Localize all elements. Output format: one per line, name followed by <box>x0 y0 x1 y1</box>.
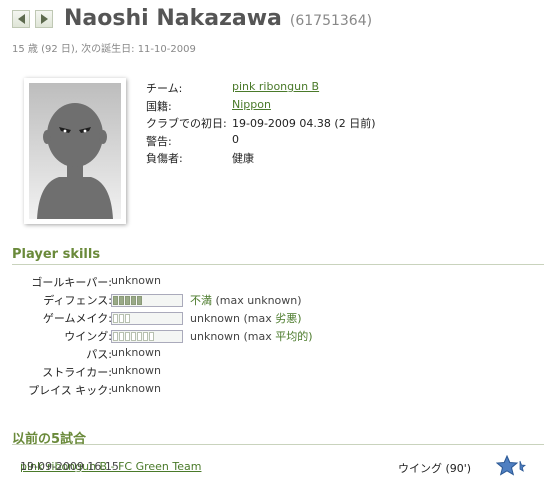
nationality-link[interactable]: Nippon <box>232 98 271 111</box>
skill-bar-cell <box>137 332 142 341</box>
skill-bar-cell <box>113 314 118 323</box>
player-id: (61751364) <box>289 13 373 29</box>
skill-level-word: 不満 <box>190 294 212 307</box>
info-row-injury: 負傷者: 健康 <box>146 150 446 168</box>
skills-table: ゴールキーパー: unknown ディフェンス: 不満 (max unknown… <box>12 274 532 400</box>
info-label: 負傷者: <box>146 152 183 165</box>
rating-star-icon <box>495 454 526 476</box>
arrow-left-icon <box>18 14 25 24</box>
skill-label: ディフェンス: <box>43 294 112 307</box>
max-prefix: (max <box>243 312 272 325</box>
divider <box>12 444 544 445</box>
skill-level-text: unknown (max 平均的) <box>190 328 313 344</box>
previous-player-button[interactable] <box>12 10 30 28</box>
match-date: 19-09-2009 16.15 <box>20 460 119 473</box>
skill-level-bar <box>111 330 183 343</box>
max-value: 劣悪) <box>275 312 302 325</box>
skill-bar-cell <box>143 332 148 341</box>
skill-row-passing: パス: unknown <box>12 346 532 364</box>
team-link[interactable]: pink ribongun B <box>232 80 319 93</box>
skill-bar-cell <box>131 296 136 305</box>
skill-level-bar <box>111 294 183 307</box>
skill-value: unknown <box>111 364 161 377</box>
skill-label: ストライカー: <box>42 366 112 379</box>
skill-row-defending: ディフェンス: 不満 (max unknown) <box>12 292 532 310</box>
info-label: クラブでの初日: <box>146 117 227 130</box>
player-name-heading: Naoshi Nakazawa (61751364) <box>64 6 372 31</box>
skill-bar-cell <box>119 296 124 305</box>
info-row-nationality: 国籍: Nippon <box>146 98 446 116</box>
skill-label: パス: <box>86 348 112 361</box>
next-player-button[interactable] <box>35 10 53 28</box>
player-silhouette-icon <box>29 83 121 219</box>
info-value: 健康 <box>232 152 254 165</box>
max-value: 平均的) <box>275 330 313 343</box>
divider <box>12 264 544 265</box>
max-prefix: (max <box>215 294 244 307</box>
info-row-team: チーム: pink ribongun B <box>146 80 446 98</box>
player-info-table: チーム: pink ribongun B 国籍: Nippon クラブでの初日:… <box>146 80 446 168</box>
skill-level-text: unknown (max 劣悪) <box>190 310 302 326</box>
skill-bar-cell <box>119 314 124 323</box>
info-label: 警告: <box>146 134 172 148</box>
skill-value: unknown <box>111 382 161 395</box>
max-prefix: (max <box>243 330 272 343</box>
skill-bar-cell <box>131 332 136 341</box>
skill-bar-cell <box>113 296 118 305</box>
skill-label: ゴールキーパー: <box>31 276 112 289</box>
match-row: 19-09-2009 16.15 pink ribongun B - FC Gr… <box>20 454 540 476</box>
info-row-cards: 警告: 0 <box>146 133 446 151</box>
skill-value: unknown <box>190 312 240 325</box>
skill-label: ゲームメイク: <box>42 312 112 325</box>
skill-level-text: 不満 (max unknown) <box>190 292 302 308</box>
max-value: unknown) <box>247 294 302 307</box>
skill-bar-cell <box>119 332 124 341</box>
player-photo <box>24 78 126 224</box>
skill-row-scoring: ストライカー: unknown <box>12 364 532 382</box>
skill-label: ウイング: <box>64 330 112 343</box>
info-value: 0 <box>232 132 239 146</box>
player-age-birthday: 15 歳 (92 日), 次の誕生日: 11-10-2009 <box>12 44 196 55</box>
skill-value: unknown <box>190 330 240 343</box>
info-row-first-day: クラブでの初日: 19-09-2009 04.38 (2 日前) <box>146 115 446 133</box>
skill-row-set-pieces: プレイス キック: unknown <box>12 382 532 400</box>
skill-bar-cell <box>125 314 130 323</box>
skill-bar-cell <box>113 332 118 341</box>
info-label: 国籍: <box>146 99 172 113</box>
skill-bar-cell <box>125 296 130 305</box>
skill-row-winger: ウイング: unknown (max 平均的) <box>12 328 532 346</box>
skill-level-bar <box>111 312 183 325</box>
skill-bar-cell <box>125 332 130 341</box>
skill-value: unknown <box>111 274 161 287</box>
match-position: ウイング (90') <box>398 462 472 475</box>
arrow-right-icon <box>41 14 48 24</box>
skills-section-title: Player skills <box>12 247 101 262</box>
skill-bar-cell <box>137 296 142 305</box>
info-label: チーム: <box>146 82 183 95</box>
skill-row-goalkeeping: ゴールキーパー: unknown <box>12 274 532 292</box>
match-rating <box>495 454 526 480</box>
info-value: 19-09-2009 04.38 (2 日前) <box>232 117 376 130</box>
player-name: Naoshi Nakazawa <box>64 6 282 31</box>
skill-row-playmaking: ゲームメイク: unknown (max 劣悪) <box>12 310 532 328</box>
skill-label: プレイス キック: <box>28 384 112 397</box>
skill-bar-cell <box>149 332 154 341</box>
skill-value: unknown <box>111 346 161 359</box>
